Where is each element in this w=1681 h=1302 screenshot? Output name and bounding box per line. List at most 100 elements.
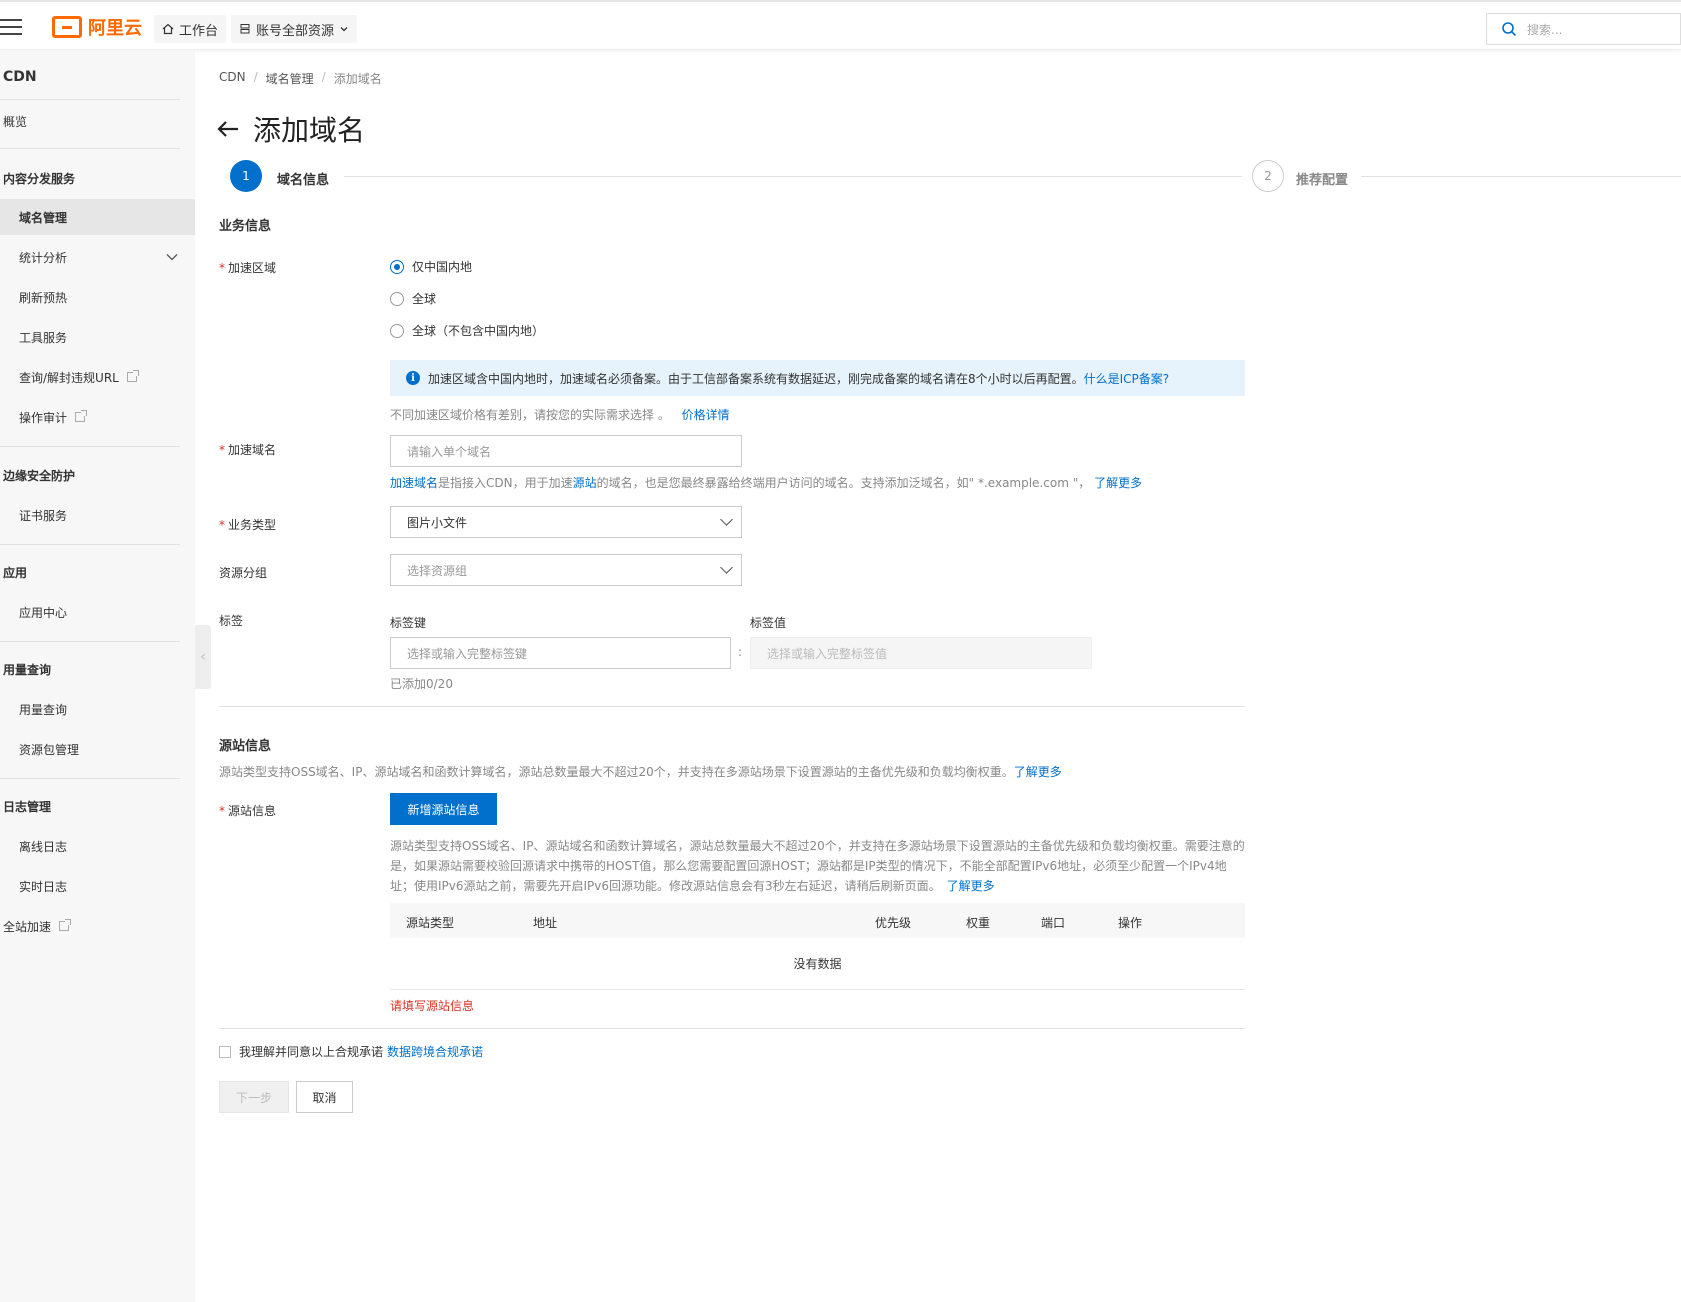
sidebar-group-label: 边缘安全防护 (3, 468, 76, 483)
step-1-circle: 1 (230, 160, 262, 192)
breadcrumb-cdn[interactable]: CDN (219, 70, 246, 87)
top-bar: 阿里云 工作台 账号全部资源 搜索... (0, 0, 1681, 50)
sidebar-group-usage: 用量查询 (0, 651, 195, 687)
domain-input[interactable]: 请输入单个域名 (390, 435, 742, 467)
sidebar-item-label: 证书服务 (19, 508, 68, 523)
table-header-cell: 地址 (533, 916, 558, 930)
origin-detail-learn-more-link[interactable]: 了解更多 (947, 879, 995, 893)
next-button[interactable]: 下一步 (219, 1081, 289, 1113)
region-option-global-excl-mainland[interactable]: 全球（不包含中国内地） (390, 322, 544, 339)
origin-detail-text: 源站类型支持OSS域名、IP、源站域名和函数计算域名，源站总数量最大不超过20个… (390, 839, 1245, 893)
region-label: * 加速区域 (219, 261, 277, 275)
search-input[interactable]: 搜索... (1486, 13, 1681, 45)
sidebar-item-offline-logs[interactable]: 离线日志 (0, 828, 195, 864)
icp-notice: i 加速区域含中国内地时，加速域名必须备案。由于工信部备案系统有数据延迟，刚完成… (390, 360, 1245, 396)
agreement-checkbox[interactable] (219, 1045, 231, 1058)
origin-learn-more-link[interactable]: 了解更多 (1014, 765, 1062, 779)
sidebar-item-statistics[interactable]: 统计分析 (0, 239, 195, 275)
resources-dropdown[interactable]: 账号全部资源 (231, 15, 358, 43)
business-type-select[interactable]: 图片小文件 (390, 506, 742, 538)
price-hint: 不同加速区域价格有差别，请按您的实际需求选择 。 价格详情 (390, 408, 730, 422)
external-link-icon (59, 919, 72, 931)
sidebar-group-label: 用量查询 (3, 662, 52, 677)
tags-label: 标签 (219, 614, 244, 628)
domain-placeholder: 请输入单个域名 (407, 444, 492, 459)
menu-icon[interactable] (0, 19, 22, 35)
aliyun-logo[interactable]: 阿里云 (52, 15, 142, 39)
sidebar-item-realtime-logs[interactable]: 实时日志 (0, 868, 195, 904)
external-link-icon (75, 410, 88, 422)
add-origin-button[interactable]: 新增源站信息 (390, 793, 497, 825)
sidebar-item-certificate[interactable]: 证书服务 (0, 497, 195, 533)
sidebar-item-refresh-prefetch[interactable]: 刷新预热 (0, 279, 195, 315)
home-icon (162, 23, 174, 35)
sidebar-item-label: 查询/解封违规URL (19, 370, 119, 385)
radio-selected-icon (390, 259, 404, 274)
sidebar-item-label: 应用中心 (19, 605, 68, 620)
sidebar-divider (0, 778, 180, 779)
sidebar-group-content-delivery: 内容分发服务 (0, 160, 195, 196)
back-arrow-icon[interactable] (217, 120, 239, 138)
tag-value-label: 标签值 (750, 616, 787, 630)
tag-key-label: 标签键 (390, 616, 427, 630)
step-indicator: 1 域名信息 2 推荐配置 (230, 160, 1681, 194)
origin-link[interactable]: 源站 (573, 476, 597, 490)
price-details-link[interactable]: 价格详情 (682, 408, 730, 422)
breadcrumb-domain-management[interactable]: 域名管理 (266, 70, 314, 87)
learn-more-link[interactable]: 了解更多 (1094, 476, 1142, 490)
sidebar-group-apps: 应用 (0, 554, 195, 590)
agreement-text: 我理解并同意以上合规承诺 (239, 1045, 384, 1059)
breadcrumb-current: 添加域名 (333, 72, 382, 86)
tag-key-input[interactable]: 选择或输入完整标签键 (390, 637, 731, 669)
region-option-mainland[interactable]: 仅中国内地 (390, 258, 472, 275)
step-connector (344, 176, 1242, 177)
icp-link[interactable]: 什么是ICP备案? (1084, 370, 1170, 387)
step-1-label: 域名信息 (277, 173, 330, 188)
breadcrumb: CDN / 域名管理 / 添加域名 (219, 70, 382, 87)
sidebar-item-usage-query[interactable]: 用量查询 (0, 691, 195, 727)
page-title-row: 添加域名 (217, 109, 365, 149)
sidebar-item-overview[interactable]: 概览 (0, 103, 195, 139)
sidebar-item-label: 实时日志 (19, 879, 68, 894)
table-header-cell: 源站类型 (406, 916, 455, 930)
cross-border-link[interactable]: 数据跨境合规承诺 (387, 1043, 483, 1060)
accel-domain-link[interactable]: 加速域名 (390, 476, 438, 490)
step-2-label: 推荐配置 (1296, 173, 1349, 188)
table-header-cell: 优先级 (875, 916, 912, 930)
breadcrumb-separator: / (321, 70, 326, 84)
sidebar-item-domain-management[interactable]: 域名管理 (0, 199, 195, 235)
sidebar-divider (0, 446, 180, 447)
sidebar-item-dcdn[interactable]: 全站加速 (0, 908, 195, 944)
sidebar-item-label: 资源包管理 (19, 742, 80, 757)
radio-icon (390, 323, 404, 338)
sidebar-item-audit[interactable]: 操作审计 (0, 399, 195, 435)
sidebar-item-violation-url[interactable]: 查询/解封违规URL (0, 359, 195, 395)
workbench-button[interactable]: 工作台 (154, 15, 227, 43)
business-type-value: 图片小文件 (407, 515, 468, 530)
icp-notice-text: 加速区域含中国内地时，加速域名必须备案。由于工信部备案系统有数据延迟，刚完成备案… (428, 371, 1084, 386)
logo-text: 阿里云 (88, 18, 142, 39)
business-info-title: 业务信息 (219, 219, 272, 234)
sidebar-item-label: 域名管理 (19, 210, 68, 225)
sidebar-group-label: 日志管理 (3, 799, 52, 814)
radio-icon (390, 291, 404, 306)
origin-table-header: 源站类型 地址 优先级 权重 端口 操作 (390, 903, 1245, 938)
sidebar-item-label: 统计分析 (19, 250, 68, 265)
region-option-global[interactable]: 全球 (390, 290, 436, 307)
sidebar-item-label: 全站加速 (3, 919, 52, 934)
tag-count: 已添加0/20 (390, 677, 453, 691)
tag-value-input[interactable]: 选择或输入完整标签值 (750, 637, 1092, 669)
chevron-down-icon (720, 513, 733, 526)
sidebar-item-label: 用量查询 (19, 702, 68, 717)
sidebar-group-edge-security: 边缘安全防护 (0, 457, 195, 493)
resource-group-select[interactable]: 选择资源组 (390, 554, 742, 586)
business-type-label: * 业务类型 (219, 518, 277, 532)
sidebar-item-tool-services[interactable]: 工具服务 (0, 319, 195, 355)
chevron-down-icon (166, 254, 178, 261)
sidebar-item-app-center[interactable]: 应用中心 (0, 594, 195, 630)
origin-error-text: 请填写源站信息 (390, 999, 475, 1013)
cancel-button[interactable]: 取消 (296, 1081, 353, 1113)
sidebar-item-resource-packages[interactable]: 资源包管理 (0, 731, 195, 767)
section-divider (219, 1028, 1245, 1029)
sidebar-item-label: 工具服务 (19, 330, 68, 345)
